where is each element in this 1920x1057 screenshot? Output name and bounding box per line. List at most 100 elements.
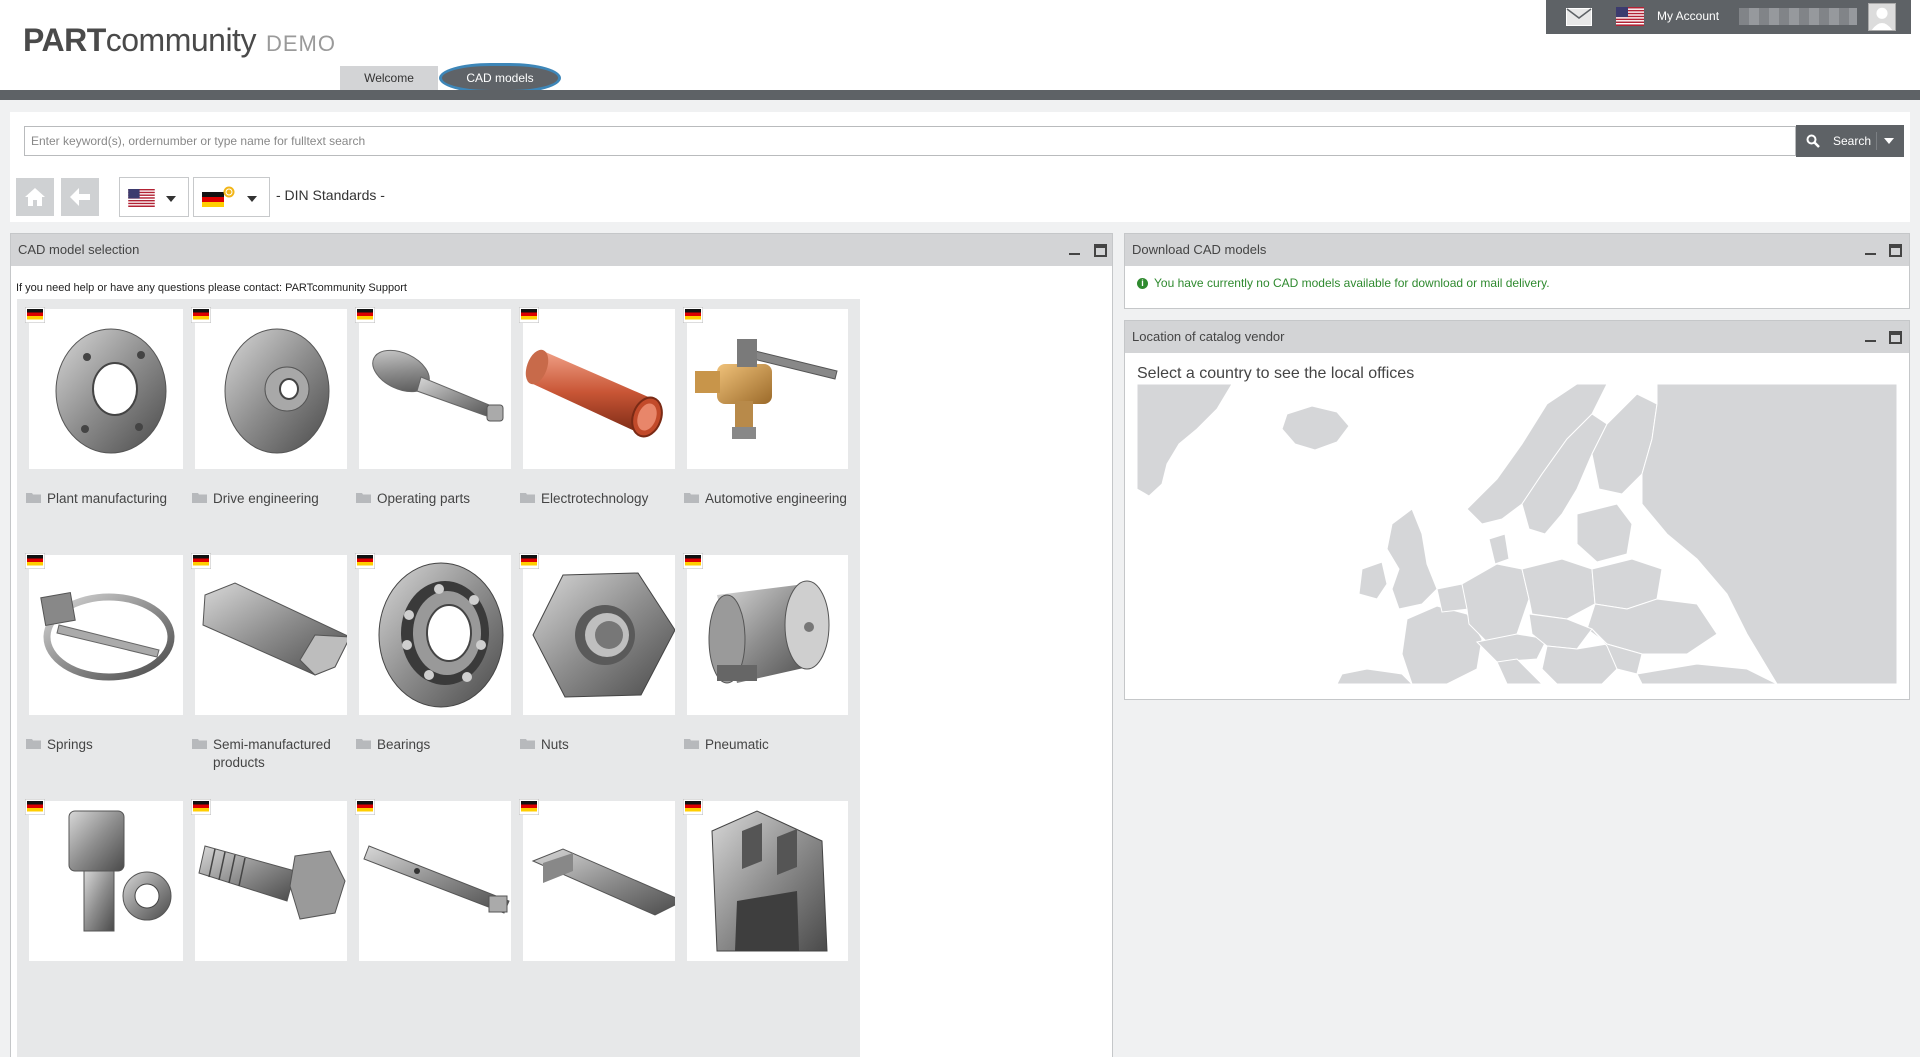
category-tile[interactable] xyxy=(17,791,202,1057)
map-country-denmark[interactable] xyxy=(1488,533,1510,565)
category-name[interactable]: Semi-manufactured products xyxy=(213,736,361,772)
category-thumbnail[interactable] xyxy=(195,801,356,961)
category-tile[interactable]: Operating parts29.05.2017 xyxy=(347,299,532,584)
maximize-icon[interactable] xyxy=(1889,331,1902,344)
category-thumbnail[interactable] xyxy=(359,555,520,715)
category-name[interactable]: Electrotechnology xyxy=(541,490,689,508)
de-din-flag-icon xyxy=(355,307,375,323)
category-tile[interactable]: Electrotechnology29.05.2017 xyxy=(511,299,696,584)
category-name[interactable]: Nuts xyxy=(541,736,689,754)
flange-part-image xyxy=(55,328,167,454)
category-tile[interactable] xyxy=(347,791,532,1057)
category-tile[interactable]: Springs29.05.2017 xyxy=(17,545,202,830)
standard-dropdown[interactable] xyxy=(193,177,270,217)
category-thumbnail[interactable] xyxy=(359,309,520,469)
folder-icon xyxy=(520,493,535,503)
category-tile[interactable] xyxy=(675,791,860,1057)
back-button[interactable] xyxy=(61,178,99,216)
category-thumbnail[interactable] xyxy=(29,801,190,961)
map-country-iceland[interactable] xyxy=(1281,405,1350,451)
main-tabs: Welcome CAD models xyxy=(340,66,562,90)
home-button[interactable] xyxy=(16,178,54,216)
de-din-flag-icon xyxy=(519,553,539,569)
category-thumbnail[interactable] xyxy=(195,309,356,469)
de-din-flag-icon xyxy=(683,307,703,323)
handle-part-image xyxy=(372,349,504,422)
breadcrumb[interactable]: - DIN Standards - xyxy=(276,187,385,203)
panel-title: Location of catalog vendor xyxy=(1132,329,1285,344)
category-thumbnail[interactable] xyxy=(523,801,684,961)
category-name[interactable]: Springs xyxy=(47,736,195,754)
folder-icon xyxy=(26,739,41,749)
fitting-part-image xyxy=(68,810,172,932)
category-name[interactable]: Operating parts xyxy=(377,490,525,508)
folder-icon xyxy=(26,493,41,503)
map-country-baltics[interactable] xyxy=(1576,503,1633,563)
minimize-icon[interactable] xyxy=(1865,253,1876,255)
minimize-icon[interactable] xyxy=(1069,253,1080,255)
maximize-icon[interactable] xyxy=(1094,244,1107,257)
folder-icon xyxy=(356,739,371,749)
maximize-icon[interactable] xyxy=(1889,244,1902,257)
map-country-balkans[interactable] xyxy=(1541,643,1618,684)
category-thumbnail[interactable] xyxy=(29,309,190,469)
map-country-spain[interactable] xyxy=(1336,668,1413,684)
chevron-down-icon xyxy=(247,196,257,202)
panel-header: Download CAD models xyxy=(1125,234,1909,266)
panel-title: Download CAD models xyxy=(1132,242,1267,257)
map-country-greenland[interactable] xyxy=(1137,384,1233,497)
category-thumbnail[interactable] xyxy=(359,801,520,961)
category-tile[interactable]: Plant manufacturing29.05.2017 xyxy=(17,299,202,584)
ring-pin-part-image xyxy=(40,592,175,681)
de-din-flag-icon xyxy=(355,799,375,815)
map-country-turkey[interactable] xyxy=(1636,663,1778,684)
tab-welcome[interactable]: Welcome xyxy=(340,66,438,90)
my-account-link[interactable]: My Account xyxy=(1657,9,1719,23)
category-tile[interactable]: Drive engineering29.05.2017 xyxy=(183,299,368,584)
de-din-flag-icon xyxy=(519,307,539,323)
envelope-icon[interactable] xyxy=(1566,8,1592,26)
panel-title: CAD model selection xyxy=(18,242,140,257)
category-tile[interactable]: Bearings29.05.2017 xyxy=(347,545,532,830)
de-din-flag-icon xyxy=(191,307,211,323)
category-name[interactable]: Plant manufacturing xyxy=(47,490,195,508)
map-country-italy[interactable] xyxy=(1496,658,1543,684)
category-thumbnail[interactable] xyxy=(523,309,684,469)
fulltext-search-input[interactable] xyxy=(24,126,1796,156)
category-thumbnail[interactable] xyxy=(29,555,190,715)
category-thumbnail[interactable] xyxy=(523,555,684,715)
category-name[interactable]: Pneumatic xyxy=(705,736,853,754)
category-tile[interactable]: Automotive engineering29.05.2017 xyxy=(675,299,860,584)
nut-part-image xyxy=(532,572,676,698)
category-thumbnail[interactable] xyxy=(687,309,848,469)
support-link[interactable]: PARTcommunity Support xyxy=(285,282,407,294)
search-button[interactable]: Search xyxy=(1796,125,1904,157)
cylinder-part-image xyxy=(708,580,830,684)
category-thumbnail[interactable] xyxy=(687,801,848,961)
category-name[interactable]: Bearings xyxy=(377,736,525,754)
block-part-image xyxy=(711,810,828,952)
map-country-ireland[interactable] xyxy=(1358,561,1388,600)
category-thumbnail[interactable] xyxy=(195,555,356,715)
minimize-icon[interactable] xyxy=(1865,340,1876,342)
language-dropdown[interactable] xyxy=(119,177,189,217)
folder-icon xyxy=(356,493,371,503)
category-tile[interactable] xyxy=(183,791,368,1057)
search-options-chevron-down-icon[interactable] xyxy=(1884,138,1894,144)
category-name[interactable]: Automotive engineering xyxy=(705,490,853,508)
valve-part-image xyxy=(695,339,838,439)
map-country-uk[interactable] xyxy=(1386,508,1438,610)
map-country-poland[interactable] xyxy=(1521,558,1596,620)
category-thumbnail[interactable] xyxy=(687,555,848,715)
category-tile[interactable]: Semi-manufactured products29.05.2017 xyxy=(183,545,368,830)
us-flag-icon[interactable] xyxy=(1616,7,1644,26)
category-tile[interactable]: Pneumatic29.05.2017 xyxy=(675,545,860,830)
user-avatar-icon[interactable] xyxy=(1868,3,1896,31)
tab-cad-models[interactable]: CAD models xyxy=(442,66,558,90)
shaft-part-image xyxy=(363,845,510,914)
europe-map[interactable] xyxy=(1137,384,1897,684)
category-tile[interactable]: Nuts29.05.2017 xyxy=(511,545,696,830)
category-tile[interactable] xyxy=(511,791,696,1057)
category-name[interactable]: Drive engineering xyxy=(213,490,361,508)
partcommunity-logo[interactable]: PARTcommunity DEMO xyxy=(23,22,336,59)
